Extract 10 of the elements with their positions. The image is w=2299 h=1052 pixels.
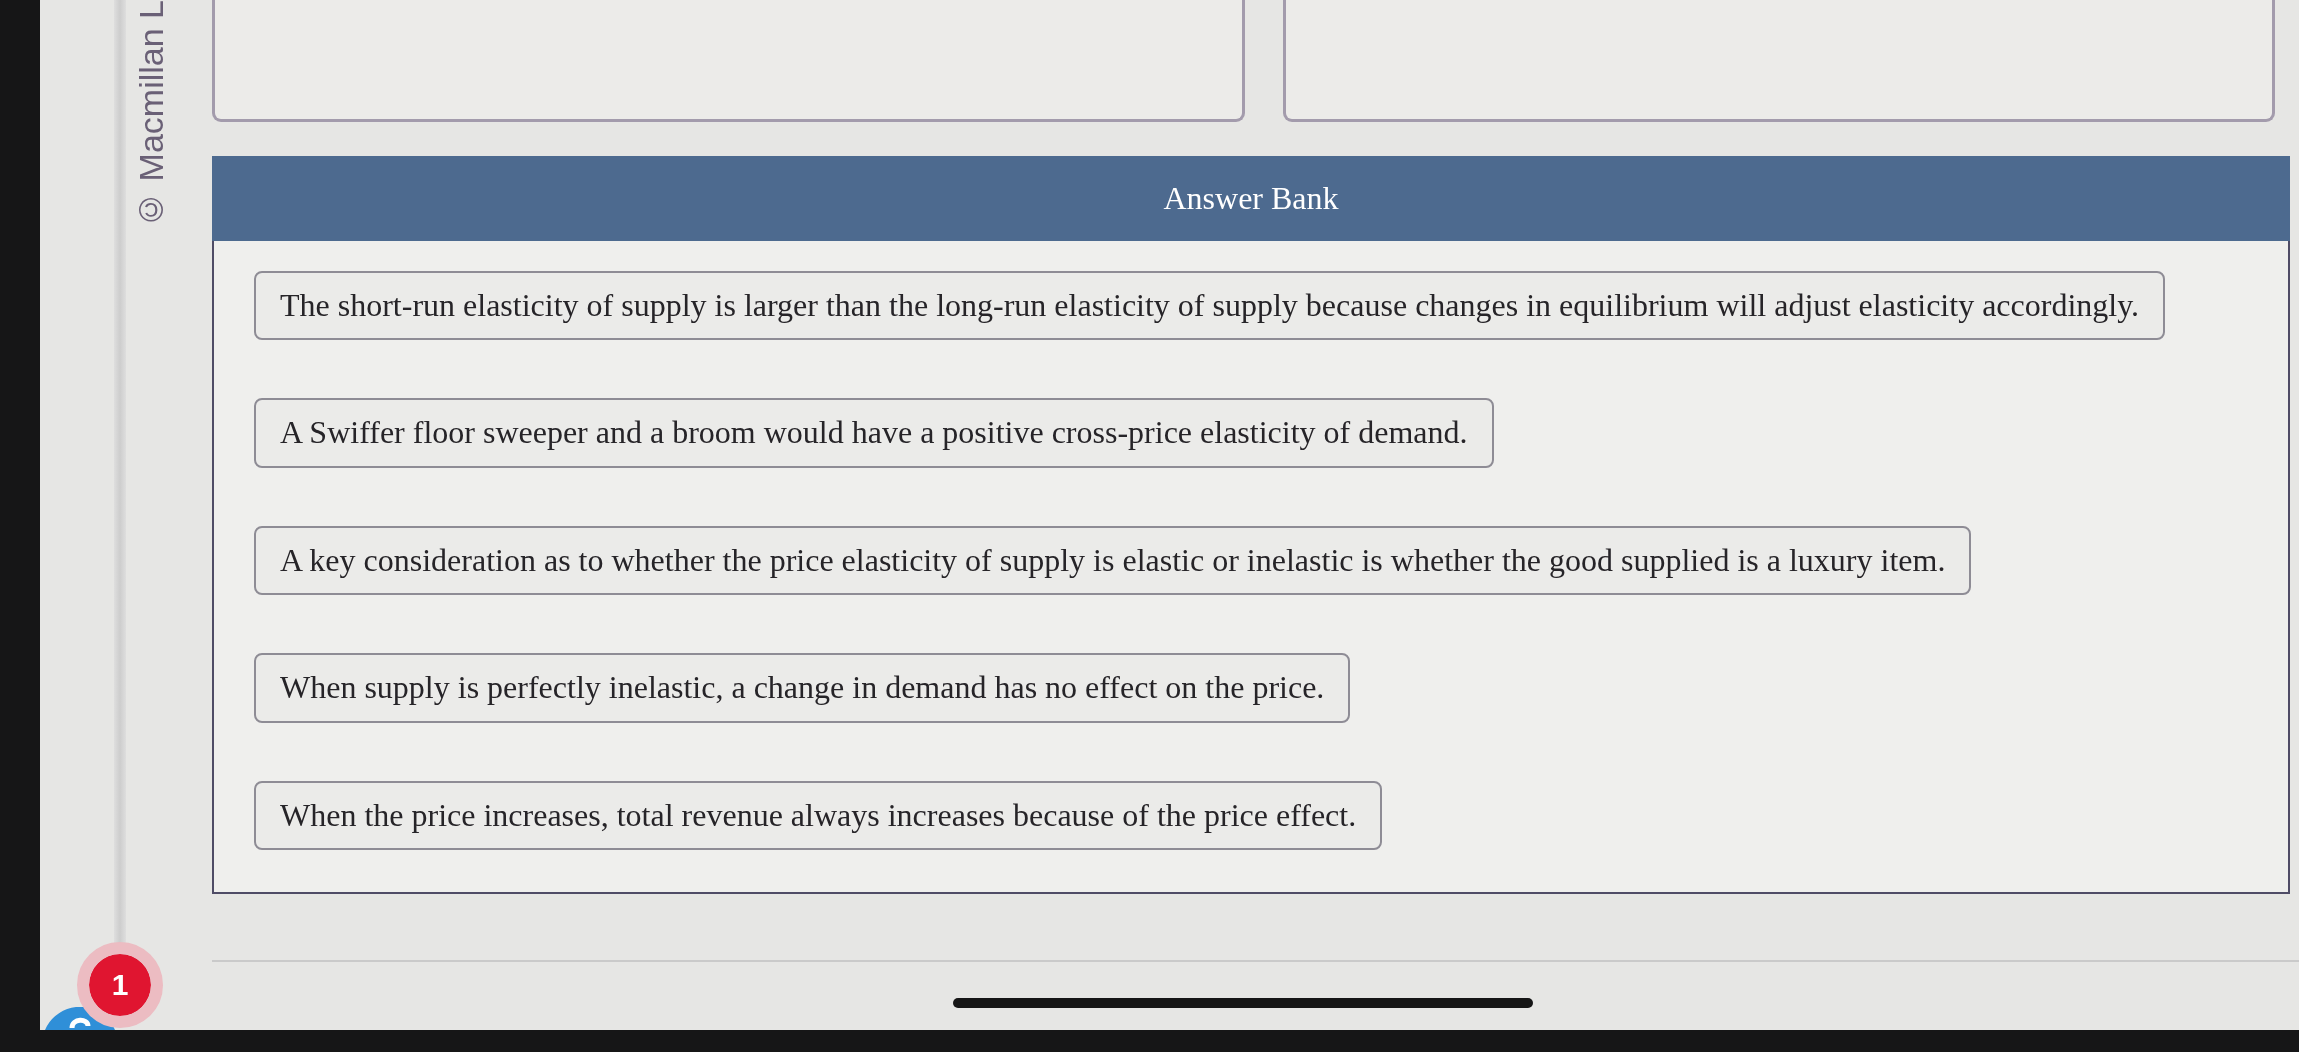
answer-bank-title: Answer Bank <box>1163 179 1339 218</box>
answer-chip[interactable]: A Swiffer floor sweeper and a broom would have a positive cross-price elasticity of demand. <box>254 398 1494 468</box>
drop-zone[interactable] <box>212 0 1245 122</box>
answer-chip[interactable]: A key consideration as to whether the price elasticity of supply is elastic or inelastic is whether the good supplied is a luxury item. <box>254 525 1972 596</box>
answer-chip[interactable]: When supply is perfectly inelastic, a change in demand has no effect on the price. <box>254 653 1351 723</box>
answer-chip[interactable]: The short-run elasticity of supply is larger than the long-run elasticity of supply because changes in equilibrium will adjust elasticity accordingly. <box>254 271 2166 341</box>
notification-badge[interactable]: 1 <box>77 942 163 1028</box>
copyright-text: © Macmillan L <box>134 0 171 229</box>
drop-zone[interactable] <box>1283 0 2275 122</box>
answer-chip[interactable]: When the price increases, total revenue always increases because of the price effect. <box>254 780 1383 850</box>
